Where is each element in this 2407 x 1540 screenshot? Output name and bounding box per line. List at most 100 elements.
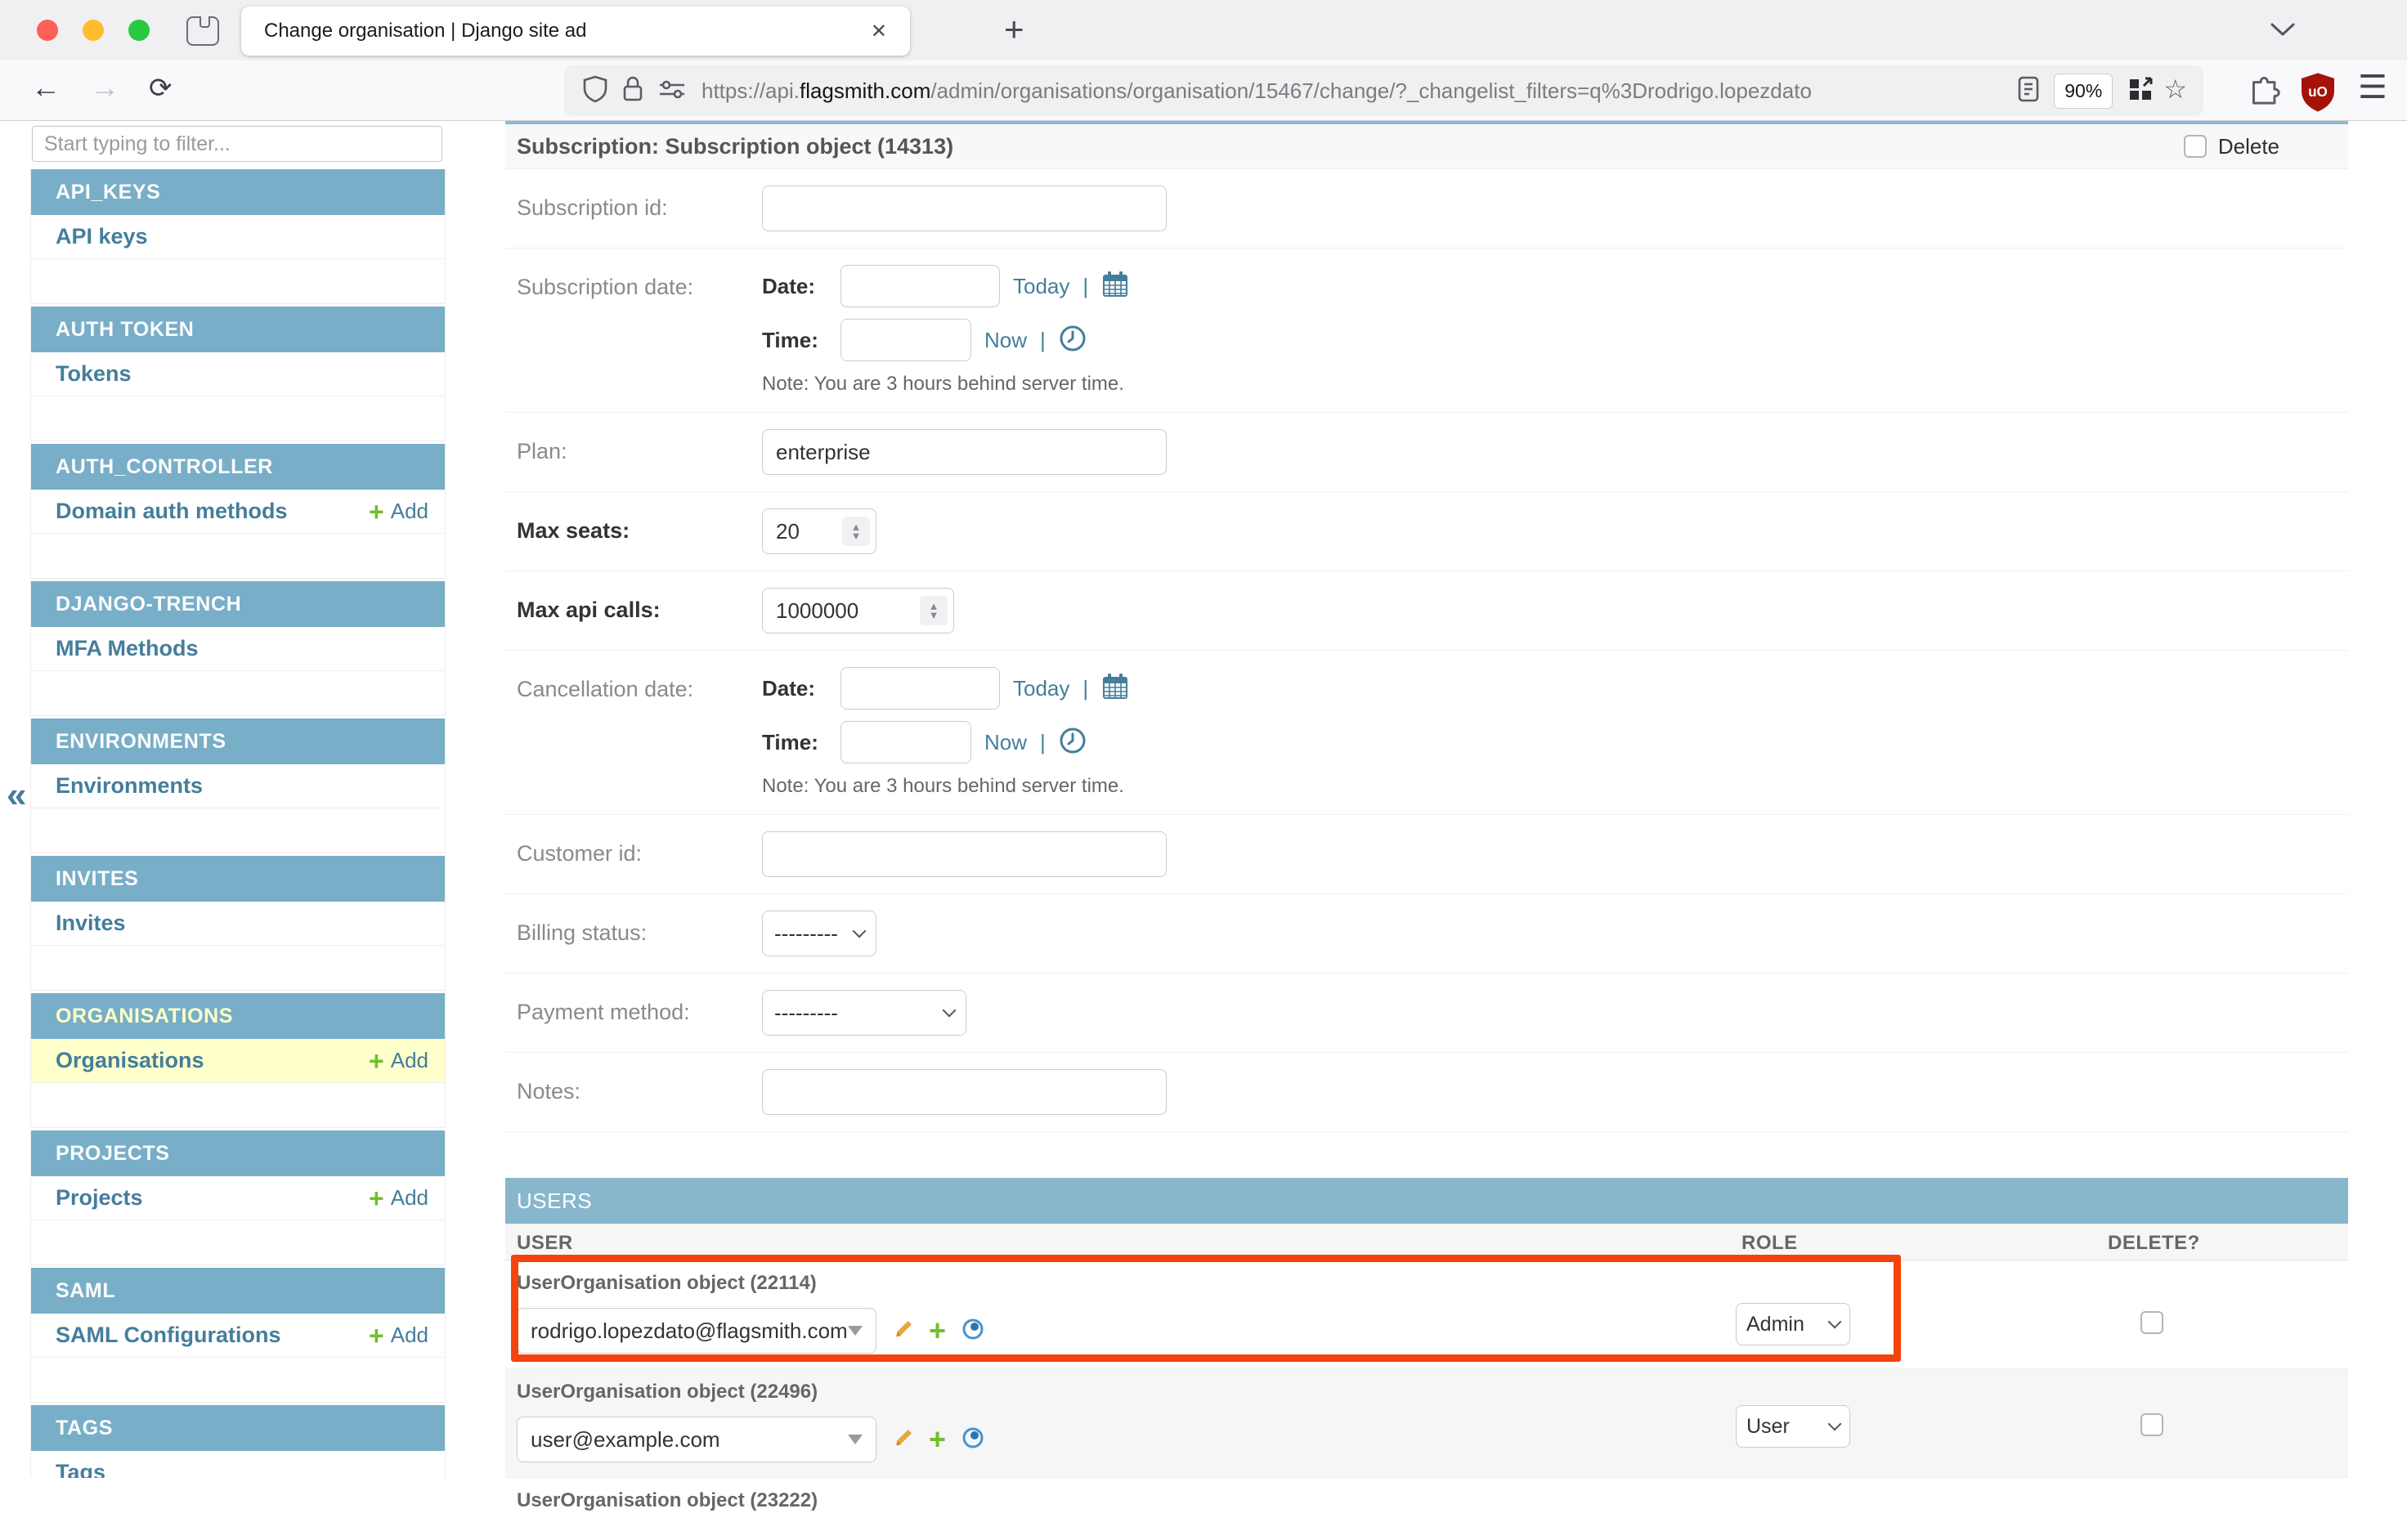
sidebar-item-organisations[interactable]: Organisations +Add [31, 1039, 445, 1083]
user-row: UserOrganisation object (22114) rodrigo.… [505, 1260, 2348, 1369]
field-row-notes: Notes: [505, 1053, 2348, 1132]
sidebar-item-label[interactable]: Organisations [56, 1048, 204, 1073]
extensions-puzzle-icon[interactable] [2247, 74, 2283, 114]
browser-sidebar-icon[interactable] [186, 16, 219, 46]
select-value: rodrigo.lopezdato@flagsmith.com [531, 1318, 848, 1344]
add-link[interactable]: +Add [369, 1323, 428, 1349]
sidebar-item-tokens[interactable]: Tokens [31, 352, 445, 396]
bookmark-star-icon[interactable]: ☆ [2163, 74, 2187, 105]
sidebar-item-label[interactable]: API keys [56, 224, 148, 249]
sidebar-module-spacer [31, 946, 445, 990]
edit-pencil-icon[interactable] [891, 1317, 916, 1345]
delete-checkbox[interactable] [2184, 135, 2207, 158]
calendar-icon[interactable] [1101, 271, 1129, 302]
permissions-icon[interactable] [658, 78, 686, 105]
number-spinner-icon[interactable]: ▲▼ [920, 596, 948, 625]
plan-input[interactable] [762, 429, 1167, 475]
plus-icon: + [369, 1323, 384, 1349]
sidebar-item-label[interactable]: MFA Methods [56, 636, 199, 661]
chevron-down-icon [943, 1004, 957, 1018]
reload-button[interactable]: ⟳ [149, 72, 173, 105]
add-link[interactable]: +Add [369, 499, 428, 525]
view-eye-icon[interactable] [959, 1427, 987, 1453]
sidebar-item-invites[interactable]: Invites [31, 902, 445, 946]
window-close-button[interactable] [37, 20, 58, 41]
forward-button[interactable]: → [90, 70, 119, 105]
reader-mode-icon[interactable] [2017, 75, 2040, 107]
window-minimize-button[interactable] [83, 20, 104, 41]
number-spinner-icon[interactable]: ▲▼ [842, 517, 870, 546]
delete-row-checkbox[interactable] [2140, 1311, 2163, 1334]
sidebar-filter-input[interactable] [32, 126, 442, 162]
window-maximize-button[interactable] [128, 20, 150, 41]
sidebar-item-domain-auth-methods[interactable]: Domain auth methods +Add [31, 490, 445, 534]
subscription-id-input[interactable] [762, 186, 1167, 231]
subscription-inline-header: Subscription: Subscription object (14313… [505, 124, 2348, 169]
field-label: Customer id: [517, 831, 762, 877]
payment-method-select[interactable]: --------- [762, 990, 966, 1036]
cancellation-time-input[interactable] [840, 721, 971, 763]
sidebar-item-label[interactable]: Tags [56, 1460, 105, 1478]
cancellation-date-input[interactable] [840, 667, 1000, 710]
subscription-time-input[interactable] [840, 319, 971, 361]
back-button[interactable]: ← [31, 70, 61, 105]
edit-pencil-icon[interactable] [891, 1426, 916, 1454]
url-scheme: https://api. [701, 78, 800, 103]
ublock-origin-icon[interactable]: uO [2299, 72, 2337, 117]
sidebar-item-projects[interactable]: Projects +Add [31, 1176, 445, 1220]
sidebar-section-title: API_KEYS [31, 169, 445, 215]
sidebar-module-spacer [31, 1083, 445, 1127]
user-select[interactable]: rodrigo.lopezdato@flagsmith.com [517, 1308, 876, 1354]
role-select[interactable]: Admin [1736, 1303, 1850, 1345]
view-eye-icon[interactable] [959, 1318, 987, 1344]
sidebar-item-label[interactable]: Environments [56, 773, 203, 799]
tracking-shield-icon[interactable] [583, 75, 607, 107]
add-plus-icon[interactable]: + [929, 1316, 946, 1345]
customer-id-input[interactable] [762, 831, 1167, 877]
sidebar-item-api-keys[interactable]: API keys [31, 215, 445, 259]
sidebar-item-mfa-methods[interactable]: MFA Methods [31, 627, 445, 671]
sidebar-item-tags[interactable]: Tags [31, 1451, 445, 1478]
sidebar-section-title: AUTH_CONTROLLER [31, 444, 445, 490]
sidebar-section-title: DJANGO-TRENCH [31, 581, 445, 627]
user-select[interactable]: user@example.com [517, 1417, 876, 1462]
sidebar-item-label[interactable]: Domain auth methods [56, 499, 288, 524]
sidebar-item-saml-configurations[interactable]: SAML Configurations +Add [31, 1314, 445, 1358]
select-value: --------- [774, 921, 838, 947]
lock-icon[interactable] [622, 75, 643, 107]
subscription-date-input[interactable] [840, 265, 1000, 307]
browser-tab[interactable]: Change organisation | Django site ad ✕ [241, 7, 910, 56]
field-label: Subscription id: [517, 186, 762, 231]
tab-close-icon[interactable]: ✕ [871, 20, 887, 43]
sidebar-item-label[interactable]: Tokens [56, 361, 132, 387]
add-plus-icon[interactable]: + [929, 1425, 946, 1454]
sidebar-collapse-toggle[interactable]: « [7, 775, 26, 816]
delete-row-checkbox[interactable] [2140, 1413, 2163, 1436]
now-link[interactable]: Now [984, 328, 1027, 353]
role-select[interactable]: User [1736, 1405, 1850, 1448]
billing-status-select[interactable]: --------- [762, 911, 876, 956]
menu-hamburger-icon[interactable]: ☰ [2358, 69, 2387, 106]
today-link[interactable]: Today [1013, 676, 1069, 701]
clock-icon[interactable] [1059, 727, 1087, 759]
add-link[interactable]: +Add [369, 1185, 428, 1211]
sidebar-item-environments[interactable]: Environments [31, 764, 445, 808]
tab-overflow-chevron-icon[interactable] [2269, 21, 2297, 42]
clock-icon[interactable] [1059, 325, 1087, 356]
url-bar[interactable]: https://api.flagsmith.com/admin/organisa… [564, 65, 2203, 116]
picture-in-picture-icon[interactable] [2127, 75, 2154, 107]
sidebar-item-label[interactable]: Projects [56, 1185, 143, 1211]
select-value: --------- [774, 1001, 838, 1026]
add-link[interactable]: +Add [369, 1048, 428, 1074]
plus-icon: + [369, 1048, 384, 1074]
zoom-level-badge[interactable]: 90% [2054, 74, 2113, 109]
now-link[interactable]: Now [984, 730, 1027, 755]
today-link[interactable]: Today [1013, 274, 1069, 299]
new-tab-button[interactable]: + [1004, 10, 1024, 49]
url-text[interactable]: https://api.flagsmith.com/admin/organisa… [701, 78, 2010, 104]
calendar-icon[interactable] [1101, 673, 1129, 705]
sidebar-item-label[interactable]: Invites [56, 911, 126, 936]
admin-sidebar: API_KEYS API keys AUTH TOKEN Tokens AUTH… [30, 121, 446, 1478]
sidebar-item-label[interactable]: SAML Configurations [56, 1323, 280, 1348]
notes-input[interactable] [762, 1069, 1167, 1115]
